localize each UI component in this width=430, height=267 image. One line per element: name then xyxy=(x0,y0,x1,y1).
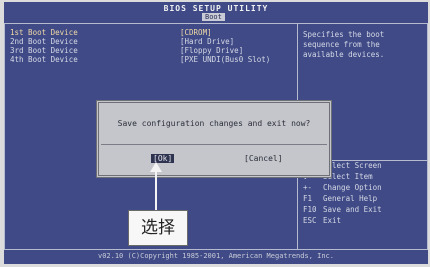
bios-screen: BIOS SETUP UTILITY Boot 1st Boot Device … xyxy=(4,2,428,264)
dialog-divider xyxy=(101,144,327,145)
key-legend-row: F10 Save and Exit xyxy=(303,204,382,215)
boot-device-label[interactable]: 2nd Boot Device xyxy=(10,37,78,46)
key-description: Change Option xyxy=(323,183,382,192)
callout-label: 选择 xyxy=(128,210,188,246)
key-description: Exit xyxy=(323,216,342,225)
dialog-message: Save configuration changes and exit now? xyxy=(117,119,311,128)
menu-tab-boot[interactable]: Boot xyxy=(202,13,225,21)
arrow-up-icon xyxy=(150,162,162,172)
boot-device-label[interactable]: 4th Boot Device xyxy=(10,55,78,64)
save-exit-dialog: Save configuration changes and exit now?… xyxy=(96,100,332,178)
boot-device-label[interactable]: 1st Boot Device xyxy=(10,28,78,37)
key-legend-row: F1 General Help xyxy=(303,193,382,204)
cancel-button[interactable]: [Cancel] xyxy=(244,154,283,163)
key-name: F10 xyxy=(303,205,317,214)
photo-frame: BIOS SETUP UTILITY Boot 1st Boot Device … xyxy=(0,0,430,267)
boot-device-value[interactable]: [PXE UNDI(Bus0 Slot) xyxy=(180,55,270,64)
boot-device-value[interactable]: [Floppy Drive] xyxy=(180,46,243,55)
help-description: Specifies the boot sequence from the ava… xyxy=(303,30,385,59)
boot-device-value[interactable]: [Hard Drive] xyxy=(180,37,234,46)
boot-device-label[interactable]: 3rd Boot Device xyxy=(10,46,78,55)
callout-arrow-line xyxy=(155,167,157,211)
boot-device-value[interactable]: [CDROM] xyxy=(180,28,212,37)
key-description: Save and Exit xyxy=(323,205,382,214)
utility-title: BIOS SETUP UTILITY xyxy=(163,4,269,13)
key-legend-row: ESC Exit xyxy=(303,215,382,226)
key-description: General Help xyxy=(323,194,378,203)
key-legend-row: +- Change Option xyxy=(303,182,382,193)
copyright-footer: v02.10 (C)Copyright 1985-2001, American … xyxy=(97,252,334,260)
key-name: ESC xyxy=(303,216,317,225)
key-name: +- xyxy=(303,183,313,192)
key-name: F1 xyxy=(303,194,313,203)
